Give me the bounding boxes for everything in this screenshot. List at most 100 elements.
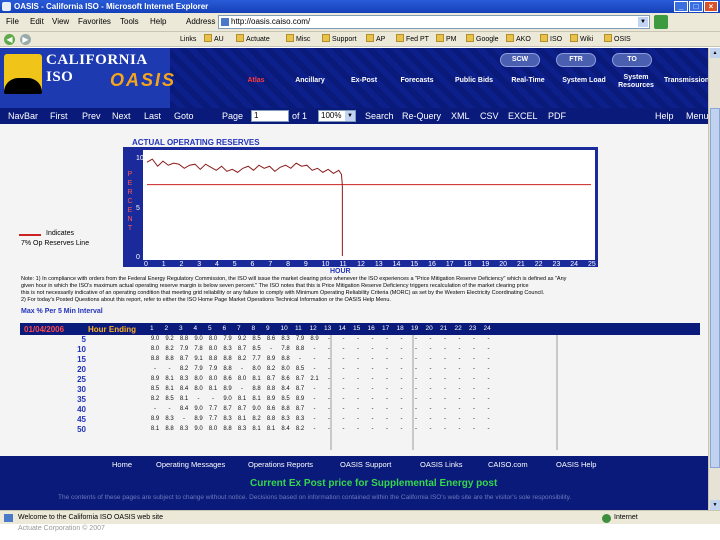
footer-link-oasis-links[interactable]: OASIS Links <box>420 460 463 469</box>
maximize-button[interactable]: □ <box>689 1 703 12</box>
xml-button[interactable]: XML <box>451 111 470 121</box>
table-cell: 8.3 <box>295 416 305 422</box>
menu-view[interactable]: View <box>52 17 69 26</box>
to-button[interactable]: TO <box>612 53 652 67</box>
link-support[interactable]: Support <box>322 34 357 45</box>
forward-icon[interactable]: ▶ <box>20 34 31 45</box>
x-tick-label: 0 <box>144 261 148 268</box>
link-fedpt[interactable]: Fed PT <box>396 34 429 45</box>
table-cell: - <box>342 376 345 382</box>
chevron-down-icon[interactable]: ▼ <box>638 17 648 27</box>
table-cell: - <box>487 416 490 422</box>
table-cell: - <box>473 336 475 342</box>
page-input[interactable]: 1 <box>251 110 289 122</box>
address-label: Address <box>186 17 216 26</box>
link-wiki[interactable]: Wiki <box>570 34 593 45</box>
table-cell: - <box>429 386 432 392</box>
x-tick-label: 5 <box>232 261 237 268</box>
folder-icon <box>396 34 404 42</box>
tab-system-load[interactable]: System Load <box>558 77 610 97</box>
footer-link-oasis-help[interactable]: OASIS Help <box>556 460 596 469</box>
scroll-up-icon[interactable]: ▲ <box>710 48 720 58</box>
footer-link-home[interactable]: Home <box>112 460 132 469</box>
search-button[interactable]: Search <box>365 111 394 121</box>
footer-link-operating-messages[interactable]: Operating Messages <box>156 460 225 469</box>
menu-tools[interactable]: Tools <box>120 17 139 26</box>
last-button[interactable]: Last <box>144 111 161 121</box>
tab-forecasts[interactable]: Forecasts <box>396 77 438 97</box>
table-cell: - <box>487 406 490 412</box>
tab-atlas[interactable]: Atlas <box>242 77 270 97</box>
footer-link-oasis-support[interactable]: OASIS Support <box>340 460 391 469</box>
requery-button[interactable]: Re-Query <box>402 111 441 121</box>
navbar-button[interactable]: NavBar <box>8 111 38 121</box>
pdf-button[interactable]: PDF <box>548 111 566 121</box>
footer-link-operations-reports[interactable]: Operations Reports <box>248 460 313 469</box>
tab-transmission[interactable]: Transmission <box>664 77 709 97</box>
table-cell: 8.8 <box>150 356 160 362</box>
go-button[interactable] <box>654 15 668 29</box>
footer-link-caiso[interactable]: CAISO.com <box>488 460 528 469</box>
link-actuate[interactable]: Actuate <box>236 34 270 45</box>
link-pm[interactable]: PM <box>436 34 457 45</box>
folder-icon <box>286 34 294 42</box>
menu-file[interactable]: File <box>6 17 19 26</box>
link-ap[interactable]: AP <box>366 34 385 45</box>
tab-system-resources[interactable]: System Resources <box>616 74 656 94</box>
menu-help[interactable]: Help <box>150 17 166 26</box>
menu-button[interactable]: Menu <box>686 111 709 121</box>
prev-button[interactable]: Prev <box>82 111 101 121</box>
table-cell: - <box>429 376 432 382</box>
tab-ex-post[interactable]: Ex-Post <box>346 77 382 97</box>
address-input[interactable]: http://oasis.caiso.com/ ▼ <box>218 15 650 29</box>
menu-bar: File Edit View Favorites Tools Help Addr… <box>0 13 720 32</box>
scroll-down-icon[interactable]: ▼ <box>710 500 720 510</box>
excel-button[interactable]: EXCEL <box>508 111 538 121</box>
caiso-logo[interactable]: CALIFORNIA ISO OASIS <box>0 48 174 108</box>
link-iso[interactable]: ISO <box>540 34 562 45</box>
table-cell: - <box>342 406 345 412</box>
ftr-button[interactable]: FTR <box>556 53 596 67</box>
tab-real-time[interactable]: Real-Time <box>506 77 550 97</box>
csv-button[interactable]: CSV <box>480 111 499 121</box>
first-button[interactable]: First <box>50 111 68 121</box>
vertical-scrollbar[interactable]: ▲ ▼ <box>708 48 720 510</box>
table-cell: - <box>357 346 359 352</box>
x-tick-label: 18 <box>463 261 472 268</box>
table-cell: - <box>444 386 446 392</box>
goto-button[interactable]: Goto <box>174 111 194 121</box>
table-cell: 8.6 <box>281 376 290 382</box>
link-osis[interactable]: OSIS <box>604 34 631 45</box>
table-cell: - <box>342 336 345 342</box>
table-cell: 8.8 <box>208 356 218 362</box>
table-cell: - <box>458 406 461 412</box>
table-cell: - <box>313 426 316 432</box>
tab-public-bids[interactable]: Public Bids <box>450 77 498 97</box>
table-cell: - <box>168 406 171 412</box>
table-cell: - <box>313 356 316 362</box>
link-ako[interactable]: AKO <box>506 34 531 45</box>
minute-label: 40 <box>77 405 86 414</box>
page-count: of 1 <box>292 111 308 121</box>
link-misc[interactable]: Misc <box>286 34 310 45</box>
help-button[interactable]: Help <box>655 111 674 121</box>
link-google[interactable]: Google <box>466 34 499 45</box>
menu-edit[interactable]: Edit <box>30 17 44 26</box>
scw-button[interactable]: SCW <box>500 53 540 67</box>
table-cell: - <box>400 336 403 342</box>
ex-post-banner[interactable]: Current Ex Post price for Supplemental E… <box>250 478 497 489</box>
table-cell: 8.0 <box>194 376 203 382</box>
scroll-thumb[interactable] <box>710 108 720 468</box>
next-button[interactable]: Next <box>112 111 131 121</box>
minimize-button[interactable]: _ <box>674 1 688 12</box>
table-cell: 8.0 <box>150 346 160 352</box>
zoom-select[interactable]: 100% ▼ <box>318 110 356 122</box>
tab-ancillary[interactable]: Ancillary <box>290 77 330 97</box>
menu-favorites[interactable]: Favorites <box>78 17 111 26</box>
close-button[interactable]: × <box>704 1 718 12</box>
link-au[interactable]: AU <box>204 34 224 45</box>
table-cell: 8.8 <box>165 426 174 432</box>
back-icon[interactable]: ◀ <box>4 34 15 45</box>
minute-label: 10 <box>77 345 86 354</box>
table-cell: - <box>429 336 432 342</box>
